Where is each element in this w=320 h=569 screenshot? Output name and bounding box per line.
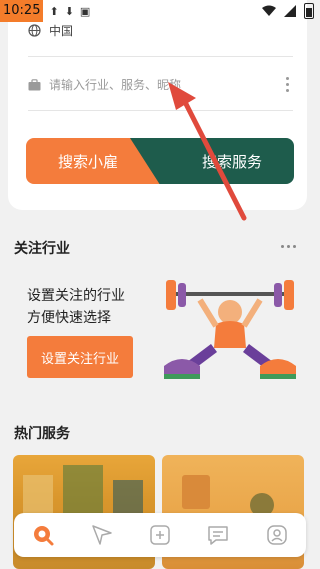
keyword-placeholder: 请输入行业、服务、昵称 bbox=[49, 78, 182, 92]
status-time: 10:25 bbox=[0, 0, 44, 22]
follow-description: 设置关注的行业 方便快速选择 bbox=[27, 285, 125, 329]
search-home-icon bbox=[34, 526, 54, 546]
app-notification-icon: ▣ bbox=[79, 4, 91, 18]
divider bbox=[28, 110, 293, 111]
follow-line-2: 方便快速选择 bbox=[27, 310, 111, 326]
weightlifter-illustration bbox=[164, 280, 296, 379]
nav-add[interactable] bbox=[146, 521, 174, 549]
search-card: 中国 请输入行业、服务、昵称 搜索小雇 搜索服务 bbox=[8, 0, 307, 210]
follow-section-title: 关注行业 bbox=[14, 241, 70, 257]
profile-icon bbox=[267, 525, 287, 545]
battery-icon bbox=[304, 3, 314, 19]
follow-more-icon[interactable] bbox=[281, 245, 296, 248]
send-icon bbox=[91, 525, 112, 545]
location-row[interactable]: 中国 bbox=[28, 22, 73, 39]
add-icon bbox=[150, 525, 170, 545]
bottom-nav bbox=[14, 513, 306, 557]
nav-message[interactable] bbox=[204, 521, 232, 549]
signal-icon bbox=[284, 5, 296, 17]
more-options-icon[interactable] bbox=[281, 77, 293, 92]
divider bbox=[28, 56, 293, 57]
status-bar: 10:25 ⬆ ⬇ ▣ bbox=[0, 0, 320, 22]
briefcase-icon bbox=[28, 78, 41, 90]
globe-icon bbox=[28, 24, 41, 37]
keyword-input[interactable]: 请输入行业、服务、昵称 bbox=[28, 76, 293, 93]
wifi-icon bbox=[262, 5, 276, 16]
location-label: 中国 bbox=[49, 24, 74, 38]
follow-line-1: 设置关注的行业 bbox=[27, 288, 125, 304]
hot-section-title: 热门服务 bbox=[14, 426, 70, 442]
set-follow-industry-button[interactable]: 设置关注行业 bbox=[27, 336, 133, 378]
nav-home-search[interactable] bbox=[29, 521, 57, 549]
download-icon: ⬇ bbox=[64, 4, 74, 18]
message-icon bbox=[208, 526, 229, 545]
search-buttons: 搜索小雇 搜索服务 bbox=[26, 138, 294, 184]
upload-icon: ⬆ bbox=[49, 4, 59, 18]
nav-profile[interactable] bbox=[263, 521, 291, 549]
nav-send[interactable] bbox=[88, 521, 116, 549]
